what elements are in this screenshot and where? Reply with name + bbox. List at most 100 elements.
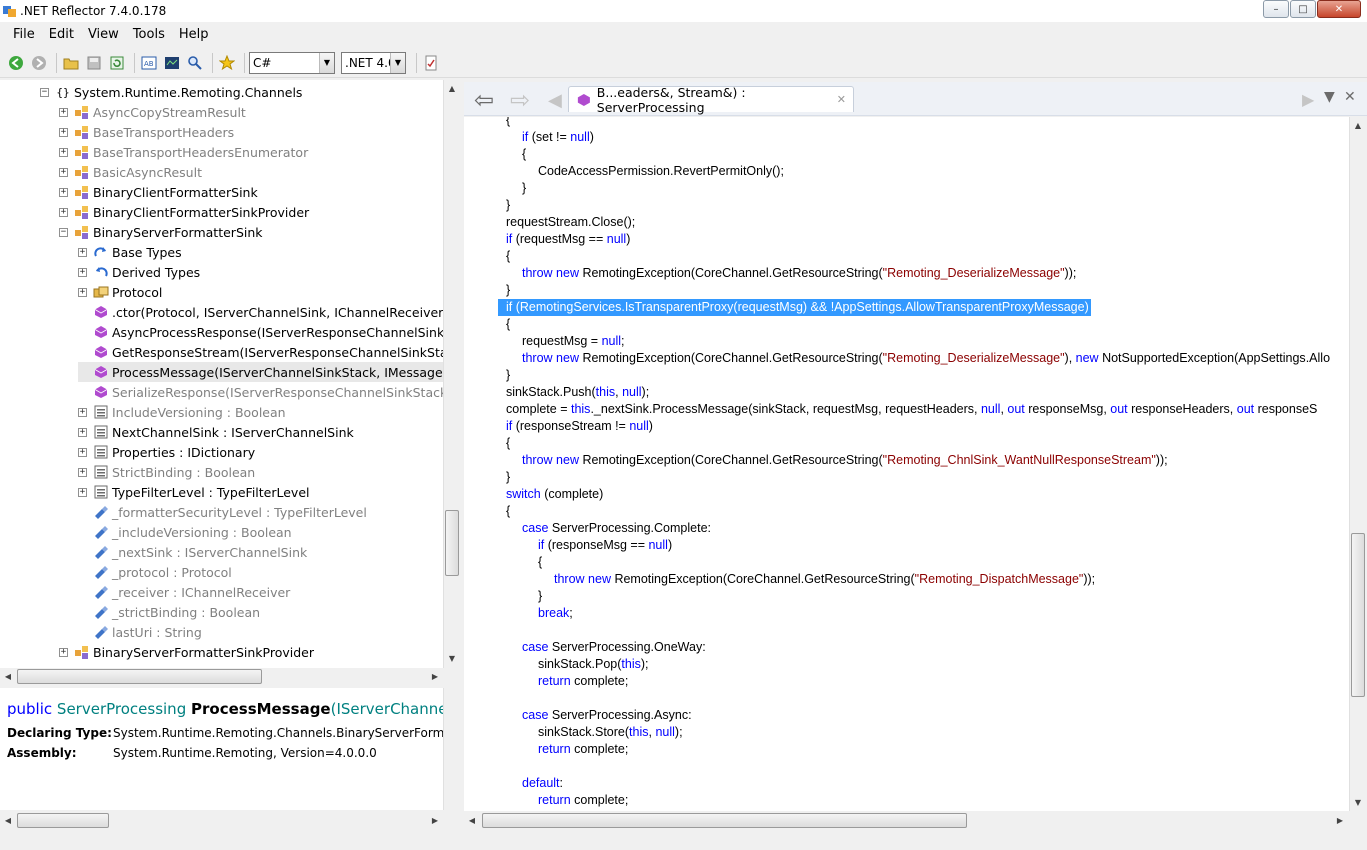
framework-select[interactable]: .NET 4.0 ▼ (341, 51, 406, 74)
code-line[interactable]: case ServerProcessing.OneWay: (522, 639, 706, 656)
code-line[interactable]: { (506, 248, 510, 265)
code-identifier[interactable]: RemotingServices (520, 300, 621, 314)
code-identifier[interactable]: requestStream (506, 215, 588, 229)
nav-forward-icon[interactable]: ⇨ (510, 86, 530, 114)
code-identifier[interactable]: CoreChannel (727, 572, 801, 586)
tree-node[interactable]: + Protocol (78, 282, 162, 302)
code-identifier[interactable]: RevertPermitOnly (673, 164, 772, 178)
code-line[interactable]: } (538, 588, 542, 605)
code-identifier[interactable]: complete (506, 402, 557, 416)
code-identifier[interactable]: responseStream (520, 419, 612, 433)
code-identifier[interactable]: Store (595, 725, 625, 739)
tree-node[interactable]: + BinaryClientFormatterSink (59, 182, 258, 202)
code-identifier[interactable]: complete (574, 793, 625, 807)
tree-node[interactable]: .ctor(Protocol, IServerChannelSink, ICha… (78, 302, 448, 322)
maximize-button[interactable]: □ (1290, 0, 1316, 18)
code-line[interactable]: sinkStack.Pop(this); (538, 656, 649, 673)
analyzer-button[interactable] (162, 53, 182, 73)
code-identifier[interactable]: CoreChannel (695, 351, 769, 365)
editor-tab-active[interactable]: B...eaders&, Stream&) : ServerProcessing… (568, 85, 854, 115)
code-identifier[interactable]: CoreChannel (695, 266, 769, 280)
code-line[interactable]: throw new RemotingException(CoreChannel.… (522, 265, 1076, 282)
code-line[interactable]: if (responseMsg == null) (538, 537, 672, 554)
tree-node[interactable]: ProcessMessage(IServerChannelSinkStack, … (78, 362, 460, 382)
code-identifier[interactable]: GetResourceString (772, 266, 878, 280)
code-line[interactable]: case ServerProcessing.Async: (522, 707, 692, 724)
forward-button[interactable] (29, 53, 49, 73)
code-identifier[interactable]: GetResourceString (772, 453, 878, 467)
code-line[interactable]: return complete; (538, 792, 628, 809)
expand-icon[interactable]: + (78, 247, 87, 257)
code-identifier[interactable]: complete (574, 674, 625, 688)
close-tab-icon[interactable]: ✕ (837, 93, 846, 106)
code-identifier[interactable]: requestMsg (522, 334, 587, 348)
tree-node[interactable]: − BinaryServerFormatterSink (59, 222, 263, 242)
tree-node[interactable]: + AsyncCopyStreamResult (59, 102, 246, 122)
scroll-right-icon[interactable]: ▶ (427, 668, 443, 684)
code-line[interactable]: } (506, 197, 510, 214)
menu-file[interactable]: File (6, 27, 42, 42)
code-check-button[interactable] (421, 53, 441, 73)
code-identifier[interactable]: complete (548, 487, 599, 501)
tab-scroll-right-icon[interactable]: ▶ (1302, 90, 1314, 109)
expand-icon[interactable]: + (59, 647, 68, 657)
menu-tools[interactable]: Tools (126, 27, 172, 42)
expand-icon[interactable]: + (78, 447, 87, 457)
scroll-right-icon[interactable]: ▶ (427, 812, 443, 828)
expand-icon[interactable]: + (59, 167, 68, 177)
code-identifier[interactable]: sinkStack (752, 402, 806, 416)
tree-node[interactable]: _strictBinding : Boolean (78, 602, 260, 622)
scroll-left-icon[interactable]: ◀ (0, 812, 16, 828)
code-identifier[interactable]: requestMsg (738, 300, 803, 314)
tree-node[interactable]: _receiver : IChannelReceiver (78, 582, 290, 602)
code-identifier[interactable]: complete (574, 742, 625, 756)
code-line[interactable]: sinkStack.Store(this, null); (538, 724, 683, 741)
tree-node[interactable]: _includeVersioning : Boolean (78, 522, 292, 542)
tree-node[interactable]: _nextSink : IServerChannelSink (78, 542, 307, 562)
back-button[interactable] (6, 53, 26, 73)
menu-edit[interactable]: Edit (42, 27, 81, 42)
code-line[interactable]: } (522, 180, 526, 197)
code-identifier[interactable]: Pop (595, 657, 617, 671)
scroll-up-icon[interactable]: ▲ (444, 80, 460, 96)
code-line[interactable]: switch (complete) (506, 486, 603, 503)
tree-node[interactable]: + BinaryServerFormatterSinkProvider (59, 642, 314, 662)
code-line-selected[interactable]: if (RemotingServices.IsTransparentProxy(… (498, 299, 1091, 316)
close-button[interactable]: ✕ (1317, 0, 1361, 18)
code-line[interactable]: CodeAccessPermission.RevertPermitOnly(); (538, 163, 784, 180)
code-identifier[interactable]: _nextSink (594, 402, 649, 416)
code-line[interactable]: { (522, 146, 526, 163)
scroll-right-icon[interactable]: ▶ (1332, 812, 1348, 828)
scroll-left-icon[interactable]: ◀ (464, 812, 480, 828)
menu-view[interactable]: View (81, 27, 126, 42)
language-select[interactable]: C# ▼ (249, 51, 335, 74)
scroll-down-icon[interactable]: ▼ (1350, 794, 1366, 810)
signature-params[interactable]: (IServerChannelSin (331, 700, 460, 718)
scroll-down-icon[interactable]: ▼ (444, 650, 460, 666)
tree-node[interactable]: −{} System.Runtime.Remoting.Channels (40, 82, 302, 102)
code-line[interactable]: return complete; (538, 673, 628, 690)
info-horizontal-scrollbar[interactable]: ◀ ▶ (0, 812, 460, 829)
code-identifier[interactable]: GetResourceString (772, 351, 878, 365)
code-line[interactable]: sinkStack.Push(this, null); (506, 384, 649, 401)
code-identifier[interactable]: ServerProcessing (552, 708, 651, 722)
code-identifier[interactable]: responseMsg (552, 538, 627, 552)
search-button[interactable] (185, 53, 205, 73)
scroll-thumb[interactable] (17, 669, 262, 684)
scroll-left-icon[interactable]: ◀ (0, 668, 16, 684)
tree-node[interactable]: + BasicAsyncResult (59, 162, 202, 182)
tab-list-icon[interactable]: ▼ (1324, 89, 1335, 105)
expand-icon[interactable]: + (59, 187, 68, 197)
code-identifier[interactable]: responseHeaders (1131, 402, 1230, 416)
code-identifier[interactable]: GetResourceString (804, 572, 910, 586)
code-line[interactable]: complete = this._nextSink.ProcessMessage… (506, 401, 1317, 418)
tree-node[interactable]: + StrictBinding : Boolean (78, 462, 255, 482)
declaring-type-value[interactable]: System.Runtime.Remoting.Channels.BinaryS… (113, 726, 460, 740)
code-identifier[interactable]: Close (591, 215, 623, 229)
tab-scroll-left-icon[interactable]: ◀ (548, 90, 562, 111)
code-identifier[interactable]: AllowTransparentProxyMessage (905, 300, 1084, 314)
save-button[interactable] (84, 53, 104, 73)
disassembler-button[interactable]: AB (139, 53, 159, 73)
code-identifier[interactable]: OneWay (654, 640, 702, 654)
code-identifier[interactable]: CodeAccessPermission (538, 164, 670, 178)
